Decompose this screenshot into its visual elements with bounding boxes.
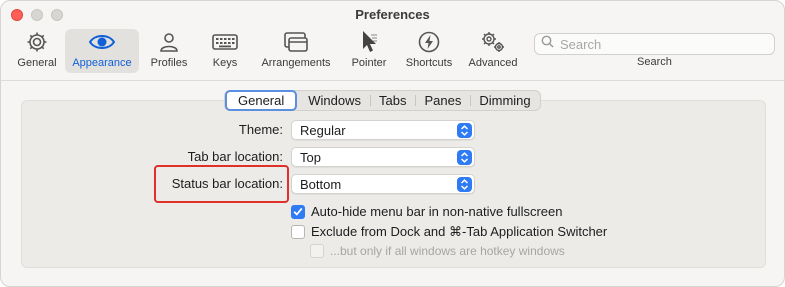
tab-tabs[interactable]: Tabs	[370, 91, 415, 110]
autohide-menubar-checkbox[interactable]	[291, 204, 305, 219]
toolbar-general-label: General	[17, 57, 57, 69]
toolbar-pointer-label: Pointer	[351, 57, 387, 69]
autohide-menubar-label: Auto-hide menu bar in non-native fullscr…	[311, 204, 563, 219]
bolt-icon	[417, 29, 441, 55]
hotkey-windows-label: ...but only if all windows are hotkey wi…	[330, 244, 565, 258]
toolbar-keys-label: Keys	[212, 57, 238, 69]
tabbar-location-label: Tab bar location:	[187, 149, 283, 164]
toolbar-general[interactable]: General	[12, 29, 62, 73]
keyboard-icon	[211, 29, 239, 55]
windows-icon	[282, 29, 310, 55]
toolbar-keys[interactable]: Keys	[203, 29, 247, 73]
chevron-updown-icon	[457, 123, 472, 138]
tab-panes[interactable]: Panes	[415, 91, 470, 110]
search-field[interactable]	[534, 33, 775, 55]
toolbar-pointer[interactable]: Pointer	[346, 29, 392, 73]
gear-icon	[25, 29, 49, 55]
tabbar-location-select[interactable]: Top	[291, 147, 475, 167]
toolbar-appearance-label: Appearance	[72, 57, 132, 69]
checkmark-icon	[293, 207, 303, 216]
theme-value: Regular	[300, 122, 346, 138]
toolbar-shortcuts-label: Shortcuts	[405, 57, 453, 69]
chevron-updown-icon	[457, 177, 472, 192]
toolbar-arrangements-label: Arrangements	[261, 57, 331, 69]
window-title: Preferences	[355, 7, 430, 22]
tab-windows[interactable]: Windows	[299, 91, 370, 110]
pointer-icon	[357, 29, 381, 55]
theme-label: Theme:	[238, 122, 283, 137]
toolbar-arrangements[interactable]: Arrangements	[255, 29, 337, 73]
preferences-window: Preferences General Appearance Profiles …	[0, 0, 785, 287]
hotkey-windows-option: ...but only if all windows are hotkey wi…	[310, 244, 565, 258]
tabbar-location-value: Top	[300, 149, 321, 165]
toolbar-profiles[interactable]: Profiles	[144, 29, 194, 73]
exclude-dock-label: Exclude from Dock and ⌘-Tab Application …	[311, 224, 608, 239]
tab-dimming[interactable]: Dimming	[470, 91, 539, 110]
exclude-dock-checkbox[interactable]	[291, 225, 305, 239]
search-label: Search	[637, 56, 672, 68]
search-input[interactable]	[560, 36, 760, 52]
exclude-dock-option[interactable]: Exclude from Dock and ⌘-Tab Application …	[291, 224, 607, 240]
autohide-menubar-option[interactable]: Auto-hide menu bar in non-native fullscr…	[291, 204, 562, 219]
annotation-highlight	[154, 165, 289, 203]
eye-icon	[88, 29, 116, 55]
search-icon	[541, 35, 554, 53]
person-icon	[157, 29, 181, 55]
theme-select[interactable]: Regular	[291, 120, 475, 140]
toolbar-advanced[interactable]: Advanced	[463, 29, 523, 73]
statusbar-location-value: Bottom	[300, 176, 342, 192]
gears-icon	[479, 29, 507, 55]
toolbar-advanced-label: Advanced	[468, 57, 518, 69]
hotkey-windows-checkbox	[310, 244, 324, 258]
appearance-tabs: General Windows Tabs Panes Dimming	[224, 90, 541, 111]
toolbar-appearance[interactable]: Appearance	[65, 29, 139, 73]
toolbar-profiles-label: Profiles	[150, 57, 188, 69]
toolbar-shortcuts[interactable]: Shortcuts	[401, 29, 457, 73]
tab-general[interactable]: General	[225, 90, 298, 111]
chevron-updown-icon	[457, 150, 472, 165]
toolbar-divider	[1, 80, 784, 81]
statusbar-location-select[interactable]: Bottom	[291, 174, 475, 194]
